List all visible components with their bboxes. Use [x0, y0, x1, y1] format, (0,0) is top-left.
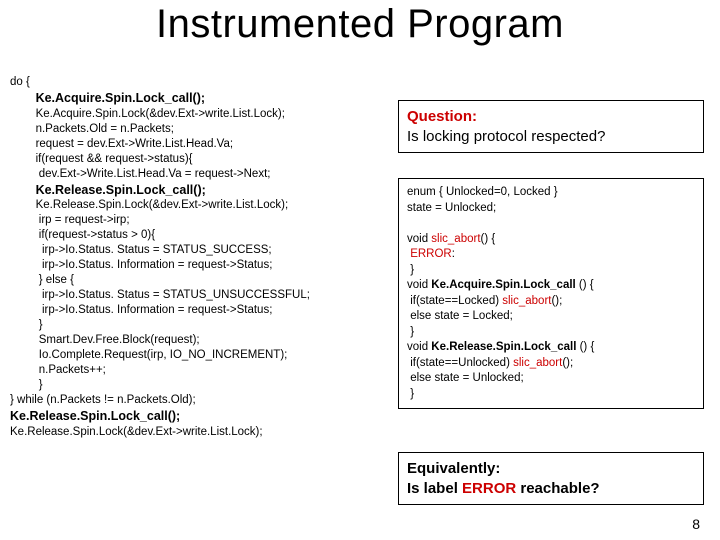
aux-line: void [407, 279, 431, 291]
equivalently-box: Equivalently: Is label ERROR reachable? [398, 452, 704, 505]
code-line: if(request && request->status){ [36, 153, 193, 165]
question-label: Question: [407, 107, 695, 127]
code-line: irp->Io.Status. Information = request->S… [36, 304, 273, 316]
equiv-part: reachable? [516, 480, 599, 497]
aux-bold: Ke.Release.Spin.Lock_call [431, 341, 576, 353]
aux-red: ERROR [410, 248, 452, 260]
code-line: n.Packets++; [36, 364, 106, 376]
aux-code-box: enum { Unlocked=0, Locked } state = Unlo… [398, 178, 704, 409]
aux-red: slic_abort [502, 295, 551, 307]
aux-line: else state = Unlocked; [407, 372, 524, 384]
aux-line: state = Unlocked; [407, 202, 496, 214]
aux-line: } [407, 264, 414, 276]
aux-line: if(state==Locked) [407, 295, 502, 307]
code-line: } else { [36, 274, 74, 286]
aux-line: () { [576, 341, 594, 353]
code-line: irp->Io.Status. Information = request->S… [36, 259, 273, 271]
code-line: n.Packets.Old = n.Packets; [36, 123, 174, 135]
aux-line: : [452, 248, 455, 260]
code-line: Ke.Release.Spin.Lock(&dev.Ext->write.Lis… [10, 426, 263, 438]
code-line: } while (n.Packets != n.Packets.Old); [10, 394, 196, 406]
code-line: request = dev.Ext->Write.List.Head.Va; [36, 138, 234, 150]
code-line-bold: Ke.Release.Spin.Lock_call(); [36, 183, 206, 197]
code-line: irp->Io.Status. Status = STATUS_UNSUCCES… [36, 289, 310, 301]
aux-line: } [407, 388, 414, 400]
code-line: if(request->status > 0){ [36, 229, 156, 241]
aux-red: slic_abort [431, 233, 480, 245]
equiv-red: ERROR [462, 480, 516, 497]
code-line: do { [10, 76, 30, 88]
aux-line: (); [551, 295, 562, 307]
code-line-bold: Ke.Release.Spin.Lock_call(); [10, 409, 180, 423]
aux-line: if(state==Unlocked) [407, 357, 513, 369]
code-line: } [36, 319, 43, 331]
question-box: Question: Is locking protocol respected? [398, 100, 704, 153]
code-line: Ke.Release.Spin.Lock(&dev.Ext->write.Lis… [36, 199, 289, 211]
code-line: dev.Ext->Write.List.Head.Va = request->N… [36, 168, 271, 180]
equiv-label: Equivalently: [407, 459, 695, 479]
aux-line: } [407, 326, 414, 338]
aux-red: slic_abort [513, 357, 562, 369]
code-line: irp->Io.Status. Status = STATUS_SUCCESS; [36, 244, 272, 256]
equiv-text: Is label ERROR reachable? [407, 479, 695, 499]
code-line: irp = request->irp; [36, 214, 130, 226]
equiv-part: Is label [407, 480, 462, 497]
slide-title: Instrumented Program [0, 0, 720, 47]
aux-line: (); [562, 357, 573, 369]
aux-bold: Ke.Acquire.Spin.Lock_call [431, 279, 575, 291]
code-line-bold: Ke.Acquire.Spin.Lock_call(); [36, 91, 205, 105]
question-text: Is locking protocol respected? [407, 127, 695, 147]
code-line: Io.Complete.Request(irp, IO_NO_INCREMENT… [36, 349, 288, 361]
code-line: } [36, 379, 43, 391]
code-line: Ke.Acquire.Spin.Lock(&dev.Ext->write.Lis… [36, 108, 285, 120]
aux-line: () { [576, 279, 594, 291]
aux-line: void [407, 341, 431, 353]
aux-line: enum { Unlocked=0, Locked } [407, 186, 558, 198]
aux-line: () { [481, 233, 496, 245]
code-line: Smart.Dev.Free.Block(request); [36, 334, 200, 346]
aux-line: else state = Locked; [407, 310, 513, 322]
page-number: 8 [692, 516, 700, 532]
main-code-block: do { Ke.Acquire.Spin.Lock_call(); Ke.Acq… [10, 60, 310, 439]
aux-line: void [407, 233, 431, 245]
